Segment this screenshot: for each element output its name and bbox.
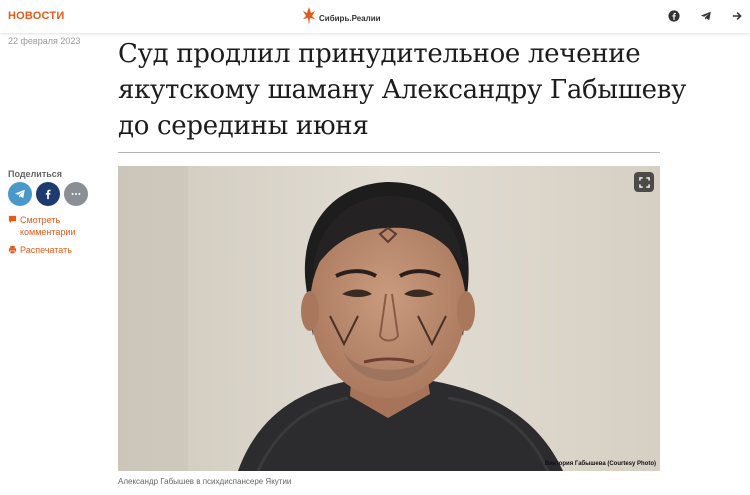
portrait-illustration (118, 166, 660, 471)
logo-text: Сибирь.Реалии (319, 13, 381, 23)
title-line: до середины июня (118, 111, 369, 141)
share-more-button[interactable] (64, 182, 88, 206)
logo-flame-icon (303, 7, 315, 25)
comments-label: Смотреть комментарии (20, 214, 75, 238)
view-comments-link[interactable]: Смотреть комментарии (8, 214, 75, 238)
title-line: Суд продлил принудительное лечение (118, 39, 641, 69)
print-icon (8, 245, 17, 254)
telegram-icon[interactable] (699, 9, 713, 23)
facebook-icon[interactable] (667, 9, 681, 23)
title-line: якутскому шаману Александру Габышеву (118, 75, 687, 105)
fullscreen-button[interactable] (634, 172, 654, 192)
more-icon (71, 192, 81, 196)
photo-caption: Александр Габышев в психдиспансере Якути… (118, 477, 292, 486)
share-facebook-button[interactable] (36, 182, 60, 206)
print-label: Распечатать (20, 245, 72, 255)
facebook-icon (45, 189, 51, 200)
site-logo[interactable]: Сибирь.Реалии (302, 6, 381, 26)
article-title: Суд продлил принудительное лечение якутс… (118, 36, 687, 144)
comment-icon (8, 215, 17, 224)
share-label: Поделиться (8, 169, 63, 179)
comments-line-1: Смотреть (20, 215, 61, 225)
expand-icon (638, 176, 650, 188)
print-link[interactable]: Распечатать (8, 244, 72, 256)
comments-line-2: комментарии (20, 227, 76, 237)
share-icon[interactable] (731, 9, 745, 23)
share-telegram-button[interactable] (8, 182, 32, 206)
title-divider (118, 152, 660, 153)
photo-credit: Виктория Габышева (Courtesy Photo) (544, 461, 656, 467)
nav-news-link[interactable]: НОВОСТИ (8, 10, 64, 22)
article-photo: Виктория Габышева (Courtesy Photo) (118, 166, 660, 471)
telegram-icon (14, 189, 25, 199)
top-navigation-bar: НОВОСТИ Сибирь.Реалии (0, 0, 750, 33)
article-date: 22 февраля 2023 (8, 36, 81, 46)
